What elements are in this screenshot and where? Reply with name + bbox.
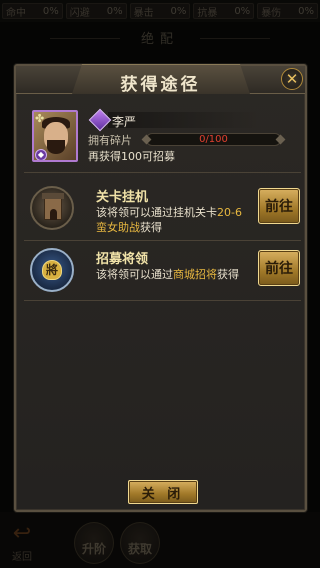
hero-avatar: ✤ ◆ bbox=[32, 110, 78, 162]
close-button[interactable]: 关 闭 bbox=[128, 480, 198, 504]
hero-beard bbox=[47, 140, 65, 154]
divider bbox=[24, 172, 301, 173]
close-icon[interactable]: ✕ bbox=[281, 68, 303, 90]
battle-tower-icon bbox=[30, 186, 74, 230]
recruit-hint: 再获得100可招募 bbox=[88, 150, 175, 163]
source-description: 该将领可以通过挂机关卡20-6 蛮女助战获得 bbox=[96, 206, 242, 234]
source-row-recruit: 將 招募将领 该将领可以通过商城招将获得 前往 bbox=[22, 242, 303, 306]
source-title: 招募将领 bbox=[96, 252, 149, 267]
obtain-source-dialog: 获得途径 ✕ ✤ ◆ 李严 拥有碎片 0/100 再获得100可招募 关卡挂机 … bbox=[14, 64, 307, 512]
fragments-label: 拥有碎片 bbox=[88, 134, 132, 147]
rank-badge-icon: ◆ bbox=[35, 149, 47, 160]
fragments-value: 0/100 bbox=[199, 134, 228, 145]
source-row-battle: 关卡挂机 该将领可以通过挂机关卡20-6 蛮女助战获得 前往 bbox=[22, 180, 303, 244]
go-button-recruit[interactable]: 前往 bbox=[258, 250, 300, 286]
dialog-header: 获得途径 ✕ bbox=[16, 64, 305, 95]
hero-name: 李严 bbox=[112, 115, 137, 129]
source-description: 该将领可以通过商城招将获得 bbox=[96, 268, 239, 281]
recruit-emblem-icon: 將 bbox=[30, 248, 74, 292]
go-button-battle[interactable]: 前往 bbox=[258, 188, 300, 224]
dialog-title: 获得途径 bbox=[120, 75, 201, 95]
clover-icon: ✤ bbox=[35, 112, 45, 125]
fragments-progress-bar: 0/100 bbox=[146, 133, 281, 146]
source-title: 关卡挂机 bbox=[96, 190, 149, 205]
divider bbox=[24, 240, 301, 241]
divider bbox=[24, 300, 301, 301]
source-highlight: 商城招将 bbox=[173, 268, 217, 281]
